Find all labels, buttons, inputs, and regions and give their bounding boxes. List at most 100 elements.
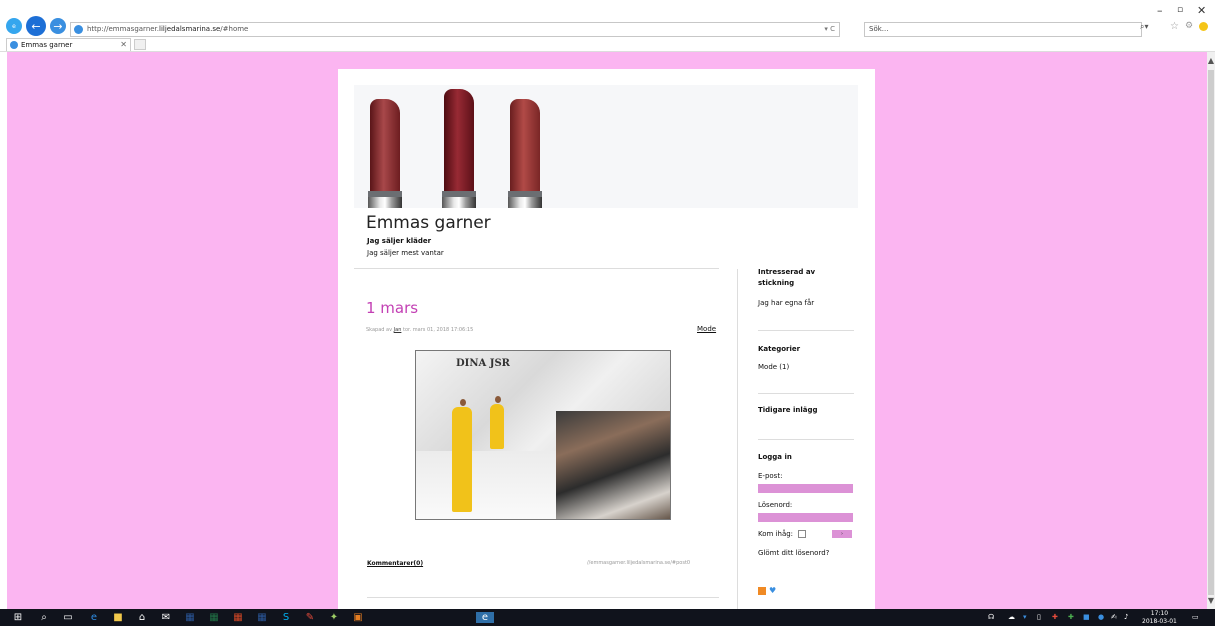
- minimize-icon[interactable]: –: [1157, 4, 1163, 17]
- network-icon[interactable]: ✚: [1068, 613, 1074, 621]
- word-icon[interactable]: ▦: [256, 612, 268, 623]
- about-text: Jag har egna får: [758, 299, 815, 307]
- powerpoint-icon[interactable]: ▦: [232, 612, 244, 623]
- mail-icon[interactable]: ✉: [160, 612, 172, 623]
- search-icon[interactable]: ⌕: [38, 612, 50, 623]
- tab-close-icon[interactable]: ✕: [120, 39, 127, 51]
- email-label: E-post:: [758, 472, 783, 480]
- site-favicon-icon: [74, 25, 83, 34]
- clock-time: 17:10: [1150, 610, 1169, 617]
- volume-icon[interactable]: ♪: [1124, 613, 1128, 621]
- browser-chrome: e ← → http://emmasgarner.liljedalsmarina…: [0, 0, 1215, 52]
- url-suffix: /#home: [220, 25, 249, 33]
- favorites-star-icon[interactable]: ☆: [1170, 21, 1179, 32]
- paint-icon[interactable]: ✎: [304, 612, 316, 623]
- bluetooth-icon[interactable]: ●: [1098, 613, 1104, 621]
- store-icon[interactable]: ⌂: [136, 612, 148, 623]
- calculator-icon[interactable]: ▦: [184, 612, 196, 623]
- close-icon[interactable]: ✕: [1197, 4, 1206, 17]
- search-input[interactable]: Sök...: [864, 22, 1142, 37]
- blog-description: Jag säljer mest vantar: [367, 249, 444, 257]
- header-divider: [354, 268, 719, 269]
- scroll-down-icon[interactable]: ▼: [1207, 596, 1215, 605]
- post-image[interactable]: DINA JSR: [415, 350, 671, 520]
- task-view-icon[interactable]: ▭: [62, 612, 74, 623]
- blog-title[interactable]: Emmas garner: [366, 213, 491, 233]
- sidebar-separator-1: [758, 330, 854, 331]
- security-icon[interactable]: ✚: [1052, 613, 1058, 621]
- email-field[interactable]: [758, 484, 853, 493]
- comments-link[interactable]: Kommentarer(0): [367, 560, 423, 567]
- image-text: DINA JSR: [456, 358, 510, 369]
- login-heading: Logga in: [758, 453, 792, 461]
- notifications-icon[interactable]: ▭: [1192, 613, 1199, 621]
- navigation-bar: e ← → http://emmasgarner.liljedalsmarina…: [0, 15, 1215, 39]
- tab-emmas-garner[interactable]: Emmas garner ✕: [6, 38, 131, 51]
- forward-button[interactable]: →: [50, 18, 66, 34]
- wifi-icon[interactable]: ▾: [1023, 613, 1027, 621]
- scroll-thumb[interactable]: [1208, 70, 1214, 595]
- blog-subtitle: Jag säljer kläder: [367, 237, 432, 245]
- excel-icon[interactable]: ▦: [208, 612, 220, 623]
- smiley-feedback-icon[interactable]: [1199, 22, 1208, 31]
- meta-prefix: Skapad av: [366, 327, 394, 333]
- post-title[interactable]: 1 mars: [366, 299, 418, 317]
- slides-icon[interactable]: ▣: [352, 612, 364, 623]
- tab-bar: Emmas garner ✕: [0, 38, 1215, 52]
- refresh-icon[interactable]: ▾ C: [824, 23, 835, 36]
- maximize-icon[interactable]: ▫: [1177, 5, 1183, 15]
- password-label: Lösenord:: [758, 501, 793, 509]
- archive-heading: Tidigare inlägg: [758, 406, 818, 414]
- post-category-link[interactable]: Mode: [697, 325, 716, 333]
- sidebar-separator-3: [758, 439, 854, 440]
- tab-title: Emmas garner: [21, 41, 73, 49]
- app-tray-icon[interactable]: ■: [1083, 613, 1090, 621]
- audience: [556, 411, 670, 519]
- clock-date: 2018-03-01: [1142, 618, 1177, 625]
- post-permalink[interactable]: //emmasgarner.liljedalsmarina.se/#post0: [587, 560, 690, 566]
- url-prefix: http://emmasgarner.: [87, 25, 160, 33]
- categories-heading: Kategorier: [758, 345, 801, 353]
- forgot-password-link[interactable]: Glömt ditt lösenord?: [758, 549, 829, 557]
- remember-label: Kom ihåg:: [758, 530, 794, 538]
- edge-icon[interactable]: e: [88, 612, 100, 623]
- taskbar: ⊞ ⌕ ▭ e ■ ⌂ ✉ ▦ ▦ ▦ ▦ S ✎ ✦ ▣ e ☊ ☁ ▾ ▯ …: [0, 609, 1215, 626]
- meta-date: tor. mars 01, 2018 17:06:15: [401, 327, 474, 333]
- file-explorer-icon[interactable]: ■: [112, 612, 124, 623]
- category-item-mode[interactable]: Mode (1): [758, 363, 789, 371]
- internet-explorer-taskbar-icon[interactable]: e: [476, 612, 494, 623]
- rss-icon[interactable]: [758, 587, 766, 595]
- skype-icon[interactable]: S: [280, 612, 292, 623]
- about-heading: Intresserad av stickning: [758, 268, 816, 287]
- people-icon[interactable]: ☊: [988, 613, 994, 621]
- tab-favicon-icon: [10, 41, 18, 49]
- sidebar-separator-2: [758, 393, 854, 394]
- header-banner-image: [354, 85, 858, 208]
- battery-icon[interactable]: ▯: [1037, 613, 1041, 621]
- url-domain: liljedalsmarina.se: [159, 25, 221, 33]
- blog-page: Emmas garner Jag säljer kläder Jag sälje…: [338, 69, 875, 609]
- sidebar-divider: [737, 269, 738, 609]
- scroll-up-icon[interactable]: ▲: [1207, 56, 1215, 65]
- post-divider: [367, 597, 719, 598]
- new-tab-button[interactable]: [134, 39, 146, 50]
- pen-icon[interactable]: ✍: [1111, 613, 1117, 621]
- model-1: [452, 407, 472, 512]
- page-viewport: Emmas garner Jag säljer kläder Jag sälje…: [7, 52, 1207, 609]
- media-icon[interactable]: ✦: [328, 612, 340, 623]
- remember-checkbox[interactable]: [798, 530, 806, 538]
- password-field[interactable]: [758, 513, 853, 522]
- search-button-icon[interactable]: ⌕▾: [1140, 22, 1149, 32]
- feed-reader-icon[interactable]: ♥: [769, 586, 776, 595]
- vertical-scrollbar[interactable]: ▲ ▼: [1207, 52, 1215, 609]
- address-bar[interactable]: http://emmasgarner.liljedalsmarina.se/#h…: [70, 22, 840, 37]
- taskbar-clock[interactable]: 17:10 2018-03-01: [1142, 610, 1177, 626]
- model-2: [490, 404, 504, 449]
- settings-gear-icon[interactable]: ⚙: [1185, 21, 1193, 31]
- login-button[interactable]: ›: [832, 530, 852, 538]
- cloud-icon[interactable]: ☁: [1008, 613, 1015, 621]
- post-meta: Skapad av Jan tor. mars 01, 2018 17:06:1…: [366, 327, 473, 333]
- start-windows-icon[interactable]: ⊞: [12, 612, 24, 623]
- ie-logo-icon: e: [6, 18, 22, 34]
- back-button[interactable]: ←: [26, 16, 46, 36]
